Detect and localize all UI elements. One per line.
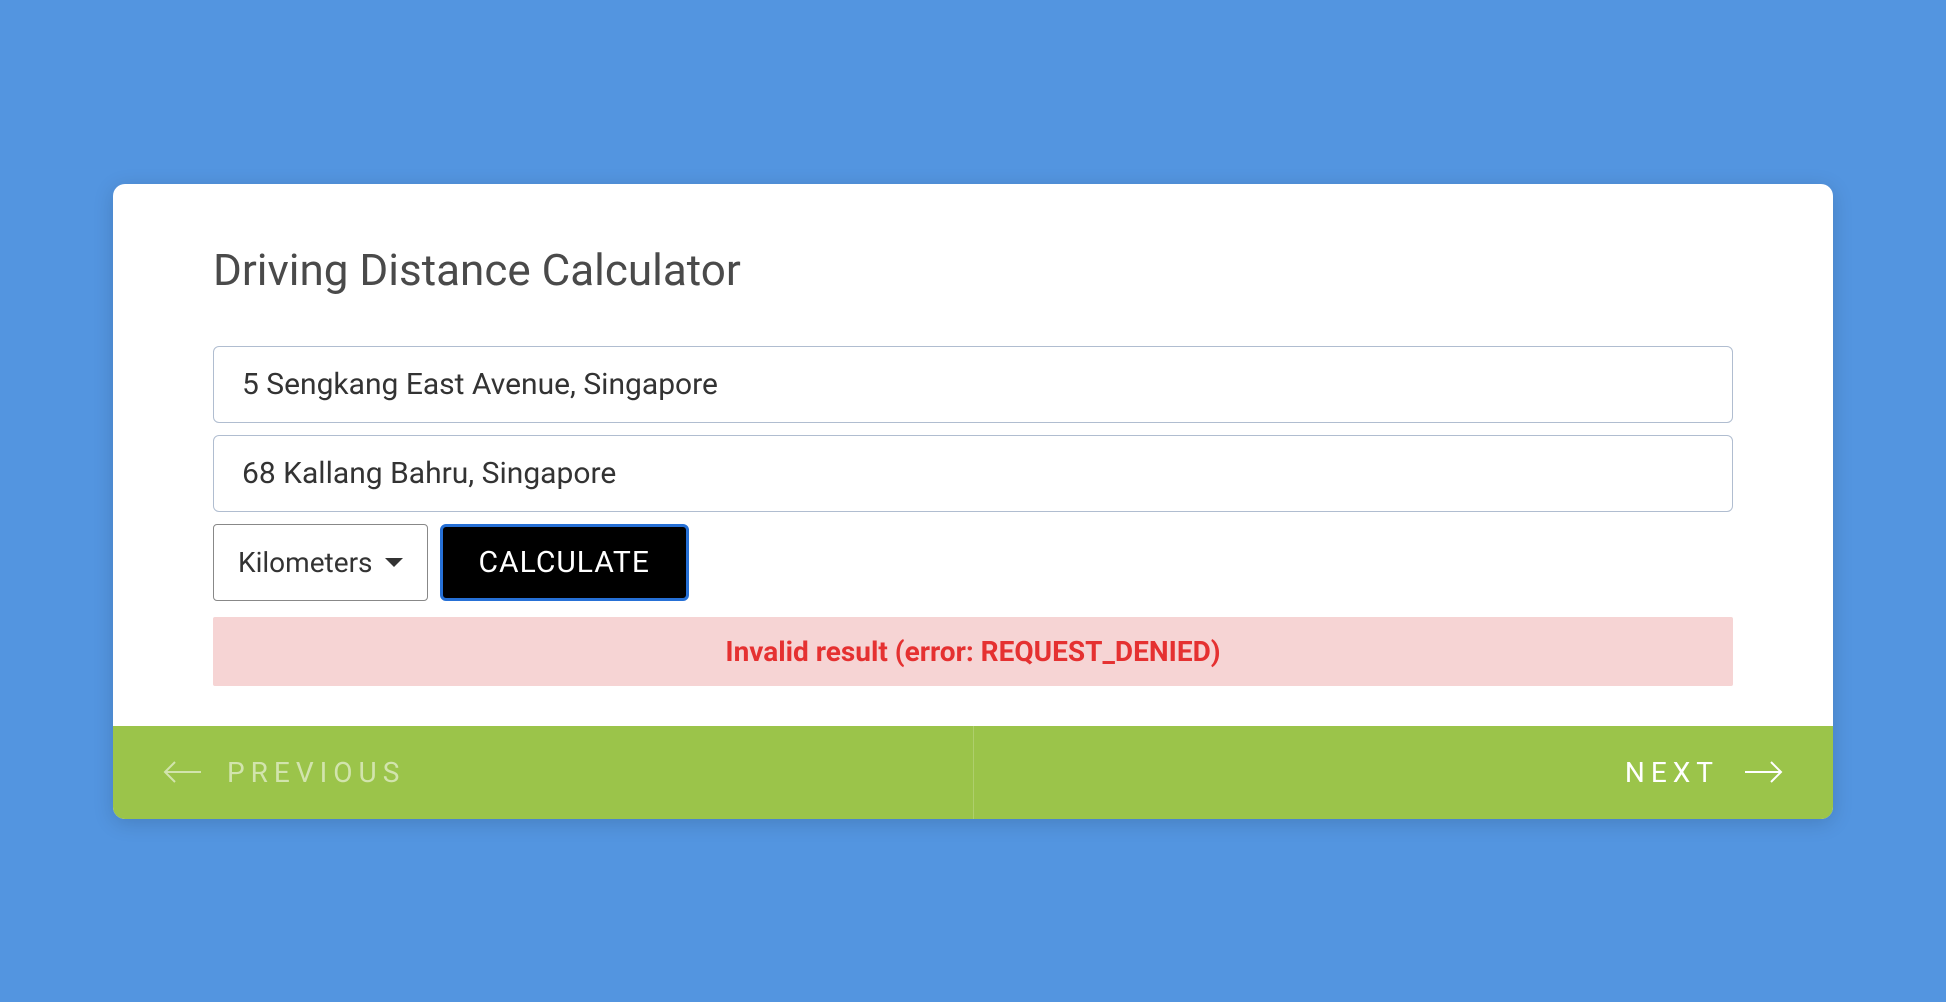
next-label: NEXT (1625, 756, 1719, 789)
destination-input[interactable] (213, 435, 1733, 512)
previous-button[interactable]: PREVIOUS (113, 726, 974, 819)
previous-label: PREVIOUS (227, 756, 405, 789)
origin-input[interactable] (213, 346, 1733, 423)
card-content: Driving Distance Calculator Kilometers C… (113, 184, 1833, 726)
chevron-down-icon (385, 558, 403, 567)
arrow-right-icon (1743, 760, 1783, 784)
arrow-left-icon (163, 760, 203, 784)
unit-selected-label: Kilometers (238, 546, 373, 579)
nav-footer: PREVIOUS NEXT (113, 726, 1833, 819)
next-button[interactable]: NEXT (974, 726, 1834, 819)
error-banner: Invalid result (error: REQUEST_DENIED) (213, 617, 1733, 686)
calculator-card: Driving Distance Calculator Kilometers C… (113, 184, 1833, 819)
unit-dropdown[interactable]: Kilometers (213, 524, 428, 601)
controls-row: Kilometers CALCULATE (213, 524, 1733, 601)
page-title: Driving Distance Calculator (213, 244, 1733, 296)
calculate-button[interactable]: CALCULATE (440, 524, 689, 601)
